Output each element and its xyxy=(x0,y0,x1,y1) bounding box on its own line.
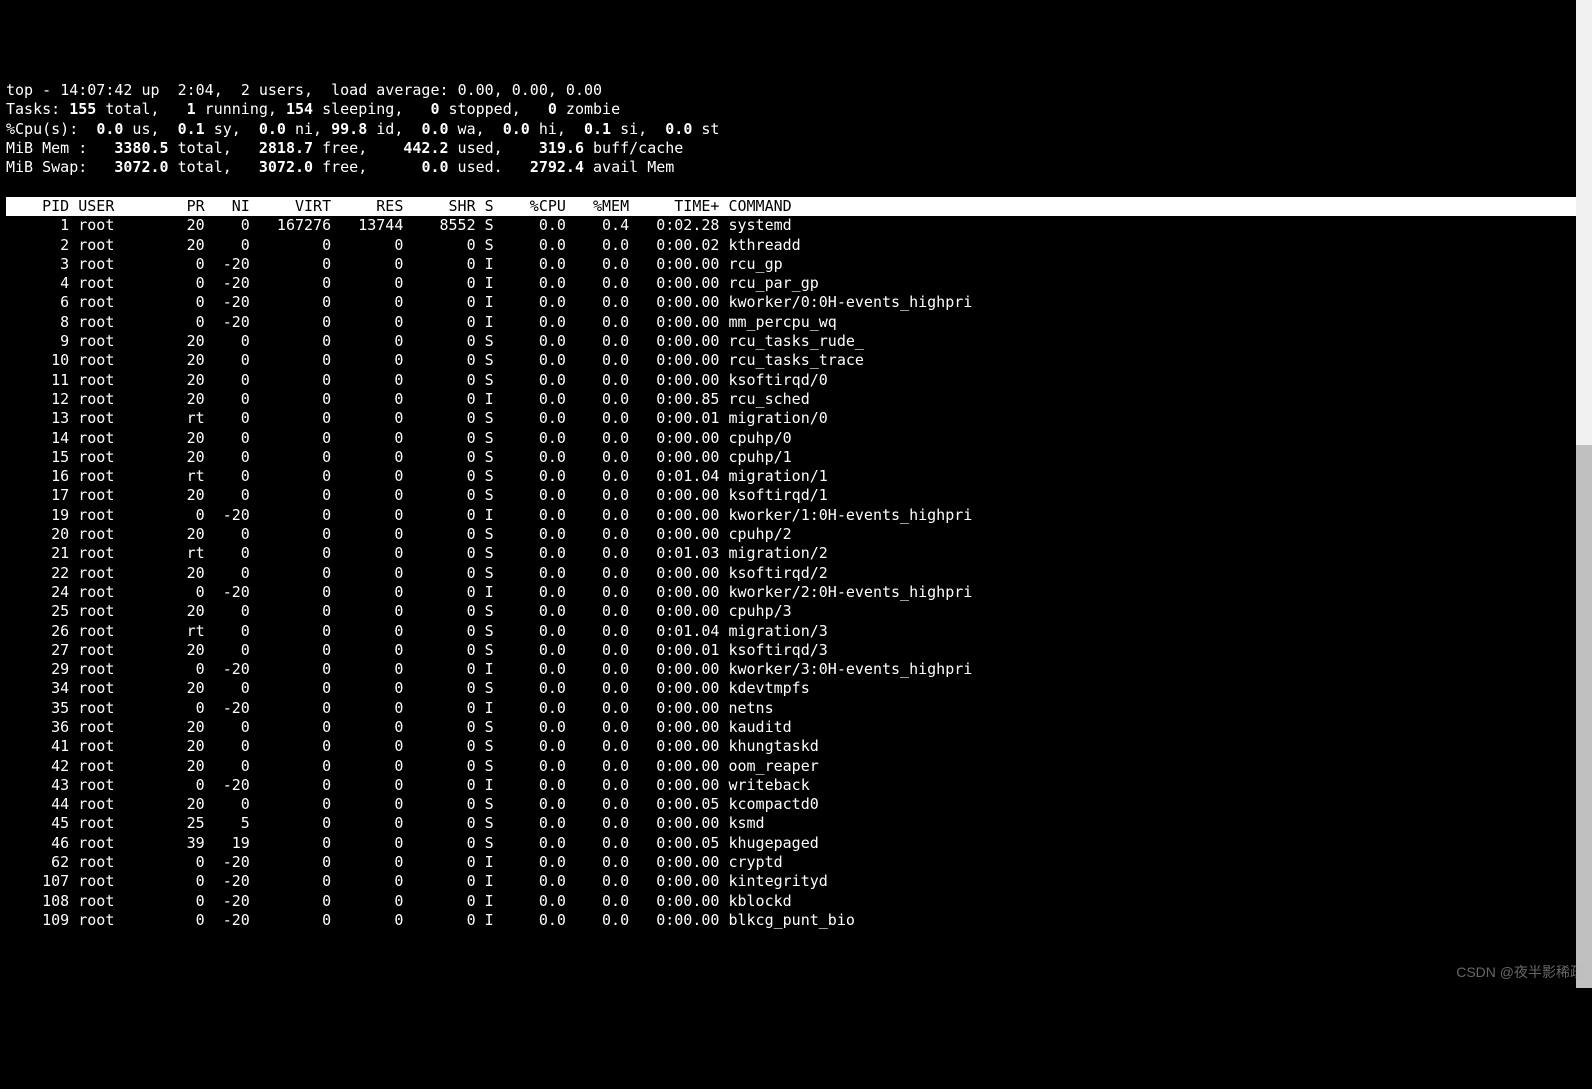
table-row[interactable]: 14 root 20 0 0 0 0 S 0.0 0.0 0:00.00 cpu… xyxy=(6,429,1586,448)
table-row[interactable]: 22 root 20 0 0 0 0 S 0.0 0.0 0:00.00 kso… xyxy=(6,564,1586,583)
table-row[interactable]: 15 root 20 0 0 0 0 S 0.0 0.0 0:00.00 cpu… xyxy=(6,448,1586,467)
summary-line-3: %Cpu(s): 0.0 us, 0.1 sy, 0.0 ni, 99.8 id… xyxy=(6,120,719,138)
table-row[interactable]: 17 root 20 0 0 0 0 S 0.0 0.0 0:00.00 kso… xyxy=(6,486,1586,505)
table-row[interactable]: 20 root 20 0 0 0 0 S 0.0 0.0 0:00.00 cpu… xyxy=(6,525,1586,544)
table-row[interactable]: 2 root 20 0 0 0 0 S 0.0 0.0 0:00.02 kthr… xyxy=(6,236,1586,255)
process-table-header[interactable]: PID USER PR NI VIRT RES SHR S %CPU %MEM … xyxy=(6,197,1586,216)
table-row[interactable]: 21 root rt 0 0 0 0 S 0.0 0.0 0:01.03 mig… xyxy=(6,544,1586,563)
table-row[interactable]: 25 root 20 0 0 0 0 S 0.0 0.0 0:00.00 cpu… xyxy=(6,602,1586,621)
table-row[interactable]: 36 root 20 0 0 0 0 S 0.0 0.0 0:00.00 kau… xyxy=(6,718,1586,737)
table-row[interactable]: 4 root 0 -20 0 0 0 I 0.0 0.0 0:00.00 rcu… xyxy=(6,274,1586,293)
table-row[interactable]: 27 root 20 0 0 0 0 S 0.0 0.0 0:00.01 kso… xyxy=(6,641,1586,660)
terminal[interactable]: top - 14:07:42 up 2:04, 2 users, load av… xyxy=(0,77,1592,934)
table-row[interactable]: 1 root 20 0 167276 13744 8552 S 0.0 0.4 … xyxy=(6,216,1586,235)
summary-line-5: MiB Swap: 3072.0 total, 3072.0 free, 0.0… xyxy=(6,158,674,176)
table-row[interactable]: 62 root 0 -20 0 0 0 I 0.0 0.0 0:00.00 cr… xyxy=(6,853,1586,872)
table-row[interactable]: 11 root 20 0 0 0 0 S 0.0 0.0 0:00.00 kso… xyxy=(6,371,1586,390)
table-row[interactable]: 107 root 0 -20 0 0 0 I 0.0 0.0 0:00.00 k… xyxy=(6,872,1586,891)
table-row[interactable]: 26 root rt 0 0 0 0 S 0.0 0.0 0:01.04 mig… xyxy=(6,622,1586,641)
table-row[interactable]: 24 root 0 -20 0 0 0 I 0.0 0.0 0:00.00 kw… xyxy=(6,583,1586,602)
watermark: CSDN @夜半影稀疏 xyxy=(1456,963,1584,982)
table-row[interactable]: 109 root 0 -20 0 0 0 I 0.0 0.0 0:00.00 b… xyxy=(6,911,1586,930)
summary-line-1: top - 14:07:42 up 2:04, 2 users, load av… xyxy=(6,81,602,99)
table-row[interactable]: 44 root 20 0 0 0 0 S 0.0 0.0 0:00.05 kco… xyxy=(6,795,1586,814)
table-row[interactable]: 42 root 20 0 0 0 0 S 0.0 0.0 0:00.00 oom… xyxy=(6,757,1586,776)
table-row[interactable]: 34 root 20 0 0 0 0 S 0.0 0.0 0:00.00 kde… xyxy=(6,679,1586,698)
scrollbar-thumb[interactable] xyxy=(1576,445,1592,988)
table-row[interactable]: 29 root 0 -20 0 0 0 I 0.0 0.0 0:00.00 kw… xyxy=(6,660,1586,679)
table-row[interactable]: 3 root 0 -20 0 0 0 I 0.0 0.0 0:00.00 rcu… xyxy=(6,255,1586,274)
table-row[interactable]: 46 root 39 19 0 0 0 S 0.0 0.0 0:00.05 kh… xyxy=(6,834,1586,853)
table-row[interactable]: 6 root 0 -20 0 0 0 I 0.0 0.0 0:00.00 kwo… xyxy=(6,293,1586,312)
table-row[interactable]: 43 root 0 -20 0 0 0 I 0.0 0.0 0:00.00 wr… xyxy=(6,776,1586,795)
table-row[interactable]: 41 root 20 0 0 0 0 S 0.0 0.0 0:00.00 khu… xyxy=(6,737,1586,756)
process-table-body: 1 root 20 0 167276 13744 8552 S 0.0 0.4 … xyxy=(6,216,1586,930)
summary-line-4: MiB Mem : 3380.5 total, 2818.7 free, 442… xyxy=(6,139,683,157)
table-row[interactable]: 35 root 0 -20 0 0 0 I 0.0 0.0 0:00.00 ne… xyxy=(6,699,1586,718)
scrollbar[interactable] xyxy=(1576,0,1592,988)
table-row[interactable]: 108 root 0 -20 0 0 0 I 0.0 0.0 0:00.00 k… xyxy=(6,892,1586,911)
table-row[interactable]: 8 root 0 -20 0 0 0 I 0.0 0.0 0:00.00 mm_… xyxy=(6,313,1586,332)
table-row[interactable]: 13 root rt 0 0 0 0 S 0.0 0.0 0:00.01 mig… xyxy=(6,409,1586,428)
table-row[interactable]: 16 root rt 0 0 0 0 S 0.0 0.0 0:01.04 mig… xyxy=(6,467,1586,486)
table-row[interactable]: 12 root 20 0 0 0 0 I 0.0 0.0 0:00.85 rcu… xyxy=(6,390,1586,409)
table-row[interactable]: 45 root 25 5 0 0 0 S 0.0 0.0 0:00.00 ksm… xyxy=(6,814,1586,833)
summary-line-2: Tasks: 155 total, 1 running, 154 sleepin… xyxy=(6,100,620,118)
table-row[interactable]: 10 root 20 0 0 0 0 S 0.0 0.0 0:00.00 rcu… xyxy=(6,351,1586,370)
top-summary: top - 14:07:42 up 2:04, 2 users, load av… xyxy=(6,81,1586,177)
table-row[interactable]: 19 root 0 -20 0 0 0 I 0.0 0.0 0:00.00 kw… xyxy=(6,506,1586,525)
table-row[interactable]: 9 root 20 0 0 0 0 S 0.0 0.0 0:00.00 rcu_… xyxy=(6,332,1586,351)
